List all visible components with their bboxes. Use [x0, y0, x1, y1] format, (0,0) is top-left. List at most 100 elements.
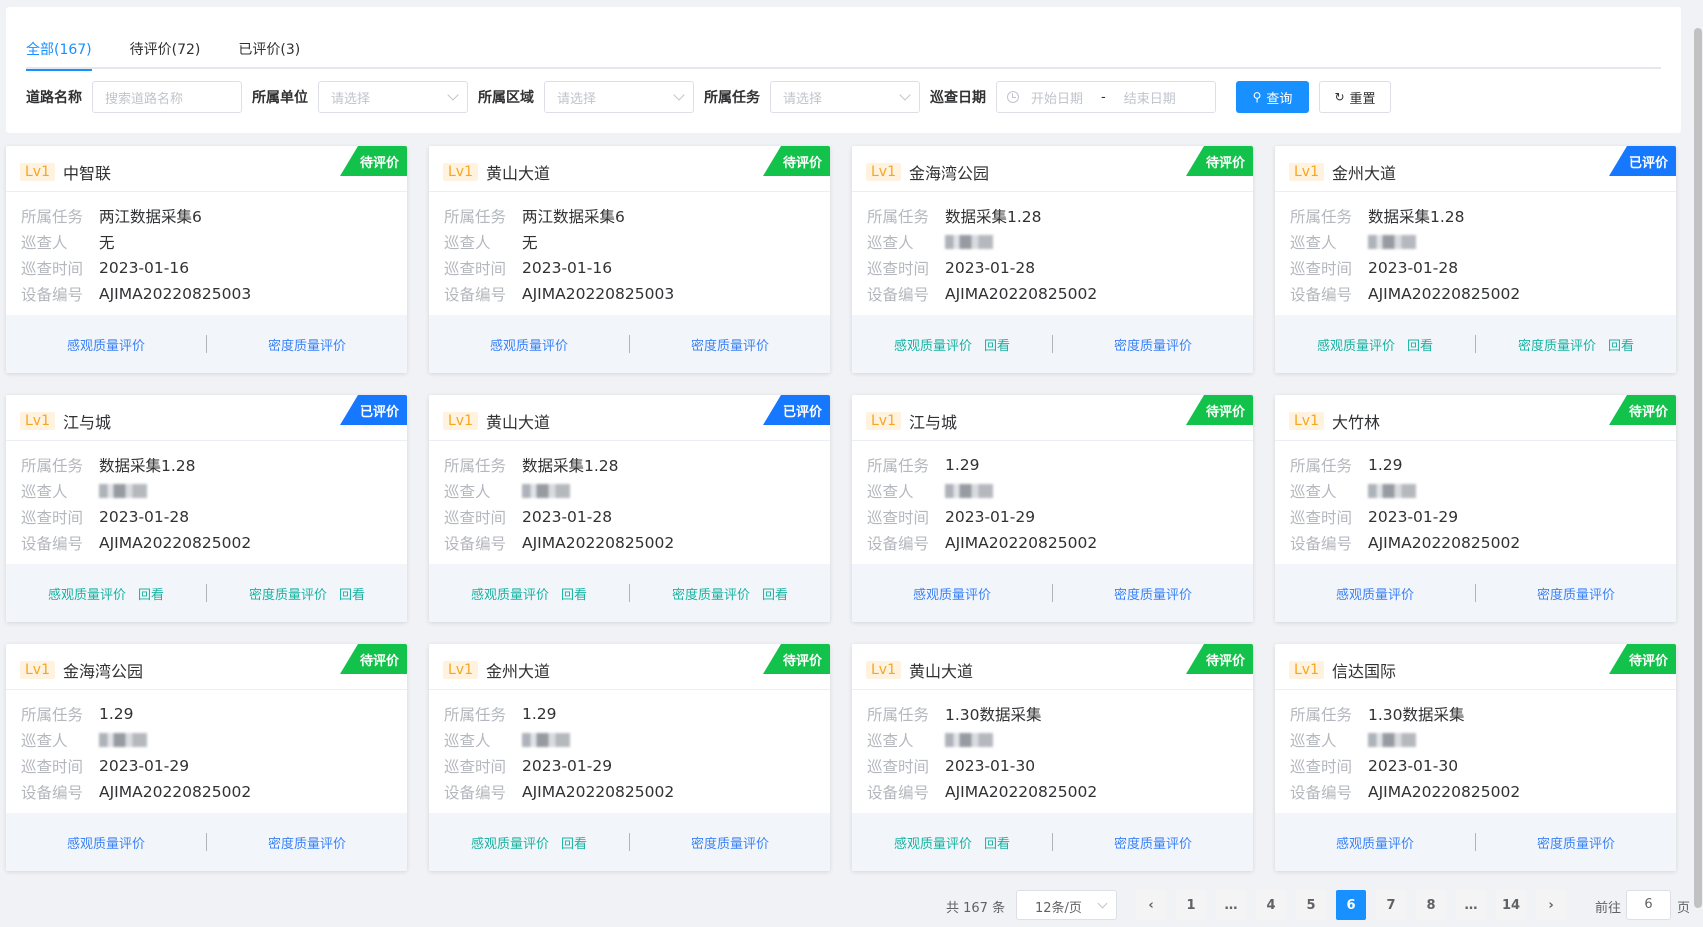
visual-eval-link[interactable]: 感观质量评价	[1336, 833, 1414, 852]
density-eval-group: 密度质量评价	[630, 833, 830, 852]
date-start-placeholder: 开始日期	[1031, 91, 1084, 107]
inspector-redacted	[522, 484, 570, 498]
tab-pending[interactable]: 待评价(72)	[130, 29, 201, 69]
density-eval-link[interactable]: 密度质量评价	[249, 584, 327, 603]
visual-eval-link[interactable]: 感观质量评价	[471, 584, 549, 603]
page-button[interactable]: 6	[1336, 890, 1366, 920]
visual-review-link[interactable]: 回看	[984, 335, 1010, 354]
reset-button[interactable]: ↻ 重置	[1319, 81, 1391, 113]
visual-eval-link[interactable]: 感观质量评价	[1336, 584, 1414, 603]
density-eval-link[interactable]: 密度质量评价	[672, 584, 750, 603]
tab-evaluated[interactable]: 已评价(3)	[238, 29, 300, 69]
road-card[interactable]: 待评价 Lv1 黄山大道 所属任务 1.30数据采集 巡查人 巡查时间 2023-01-30 设…	[852, 644, 1253, 871]
visual-review-link[interactable]: 回看	[1407, 335, 1433, 354]
visual-eval-link[interactable]: 感观质量评价	[471, 833, 549, 852]
card-divider	[6, 689, 407, 690]
density-review-link[interactable]: 回看	[339, 584, 365, 603]
status-badge: 待评价	[1186, 146, 1253, 176]
card-header: Lv1 黄山大道	[443, 409, 550, 433]
road-card[interactable]: 待评价 Lv1 金海湾公园 所属任务 1.29 巡查人 巡查时间 2023-01-29 设备编号…	[6, 644, 407, 871]
filter-bar: 道路名称 搜索道路名称 所属单位 请选择 所属区域 请选择 所属任务 请选择 巡…	[26, 79, 1391, 115]
card-header: Lv1 黄山大道	[866, 658, 973, 682]
task-select[interactable]: 请选择	[770, 81, 920, 113]
page-button[interactable]: 8	[1416, 890, 1446, 920]
time-value: 2023-01-29	[99, 757, 190, 775]
density-eval-group: 密度质量评价	[1476, 584, 1676, 603]
road-card[interactable]: 已评价 Lv1 江与城 所属任务 数据采集1.28 巡查人 巡查时间 2023-01-28 设备…	[6, 395, 407, 622]
density-eval-link[interactable]: 密度质量评价	[691, 335, 769, 354]
road-card[interactable]: 已评价 Lv1 黄山大道 所属任务 数据采集1.28 巡查人 巡查时间 2023-01-28 设…	[429, 395, 830, 622]
time-value: 2023-01-29	[522, 757, 613, 775]
density-eval-link[interactable]: 密度质量评价	[1114, 584, 1192, 603]
road-card[interactable]: 待评价 Lv1 中智联 所属任务 两江数据采集6 巡查人 无巡查时间 2023-01-16 设备…	[6, 146, 407, 373]
road-card[interactable]: 待评价 Lv1 大竹林 所属任务 1.29 巡查人 巡查时间 2023-01-29 设备编号 AJ…	[1275, 395, 1676, 622]
road-card[interactable]: 待评价 Lv1 黄山大道 所属任务 两江数据采集6 巡查人 无巡查时间 2023-01-16 设…	[429, 146, 830, 373]
page-size-select[interactable]: 12条/页	[1016, 890, 1117, 920]
card-actions: 感观质量评价 密度质量评价	[852, 564, 1253, 622]
visual-eval-link[interactable]: 感观质量评价	[894, 335, 972, 354]
road-card[interactable]: 待评价 Lv1 金州大道 所属任务 1.29 巡查人 巡查时间 2023-01-29 设备编号 A…	[429, 644, 830, 871]
device-key: 设备编号	[21, 535, 84, 553]
visual-eval-link[interactable]: 感观质量评价	[1317, 335, 1395, 354]
visual-eval-link[interactable]: 感观质量评价	[894, 833, 972, 852]
page-button[interactable]: 5	[1296, 890, 1326, 920]
visual-eval-link[interactable]: 感观质量评价	[67, 833, 145, 852]
road-card[interactable]: 待评价 Lv1 信达国际 所属任务 1.30数据采集 巡查人 巡查时间 2023-01-30 设…	[1275, 644, 1676, 871]
density-eval-link[interactable]: 密度质量评价	[268, 335, 346, 354]
visual-eval-link[interactable]: 感观质量评价	[48, 584, 126, 603]
status-badge: 已评价	[763, 395, 830, 425]
density-review-link[interactable]: 回看	[1608, 335, 1634, 354]
density-eval-link[interactable]: 密度质量评价	[1537, 833, 1615, 852]
road-name-input[interactable]: 搜索道路名称	[92, 81, 242, 113]
scrollbar-thumb[interactable]	[1694, 28, 1702, 908]
density-eval-link[interactable]: 密度质量评价	[1114, 833, 1192, 852]
density-eval-link[interactable]: 密度质量评价	[691, 833, 769, 852]
date-range-picker[interactable]: 开始日期 - 结束日期	[996, 81, 1216, 113]
device-value: AJIMA20220825002	[1368, 285, 1521, 303]
chevron-down-icon	[1097, 898, 1108, 909]
card-header: Lv1 中智联	[20, 160, 111, 184]
time-key: 巡查时间	[21, 758, 84, 776]
visual-review-link[interactable]: 回看	[984, 833, 1010, 852]
visual-review-link[interactable]: 回看	[561, 584, 587, 603]
area-select[interactable]: 请选择	[544, 81, 694, 113]
density-eval-link[interactable]: 密度质量评价	[1518, 335, 1596, 354]
visual-eval-link[interactable]: 感观质量评价	[913, 584, 991, 603]
density-eval-link[interactable]: 密度质量评价	[1537, 584, 1615, 603]
task-key: 所属任务	[867, 706, 930, 724]
page-button[interactable]: 1	[1176, 890, 1206, 920]
prev-page-button[interactable]: ‹	[1136, 890, 1166, 920]
visual-review-link[interactable]: 回看	[561, 833, 587, 852]
inspector-redacted	[1368, 235, 1416, 249]
road-name: 江与城	[63, 413, 112, 432]
device-value: AJIMA20220825002	[945, 783, 1098, 801]
card-divider	[429, 689, 830, 690]
page-button[interactable]: 4	[1256, 890, 1286, 920]
query-button[interactable]: ⚲ 查询	[1236, 81, 1309, 113]
road-card[interactable]: 待评价 Lv1 金海湾公园 所属任务 数据采集1.28 巡查人 巡查时间 2023-01-28…	[852, 146, 1253, 373]
page-size-value: 12条/页	[1035, 901, 1082, 916]
tab-all[interactable]: 全部(167)	[26, 29, 92, 71]
unit-select[interactable]: 请选择	[318, 81, 468, 113]
density-eval-link[interactable]: 密度质量评价	[268, 833, 346, 852]
visual-eval-link[interactable]: 感观质量评价	[490, 335, 568, 354]
page-ellipsis[interactable]: …	[1216, 890, 1246, 920]
density-eval-link[interactable]: 密度质量评价	[1114, 335, 1192, 354]
card-divider	[1275, 191, 1676, 192]
unit-label: 所属单位	[252, 90, 308, 106]
road-card[interactable]: 已评价 Lv1 金州大道 所属任务 数据采集1.28 巡查人 巡查时间 2023-01-28 设…	[1275, 146, 1676, 373]
page-ellipsis[interactable]: …	[1456, 890, 1486, 920]
inspector-redacted	[945, 733, 993, 747]
status-badge: 待评价	[1186, 644, 1253, 674]
visual-review-link[interactable]: 回看	[138, 584, 164, 603]
task-key: 所属任务	[444, 208, 507, 226]
density-review-link[interactable]: 回看	[762, 584, 788, 603]
road-card[interactable]: 待评价 Lv1 江与城 所属任务 1.29 巡查人 巡查时间 2023-01-29 设备编号 AJ…	[852, 395, 1253, 622]
next-page-button[interactable]: ›	[1536, 890, 1566, 920]
page-scrollbar[interactable]	[1693, 0, 1703, 927]
visual-eval-link[interactable]: 感观质量评价	[67, 335, 145, 354]
page-button[interactable]: 14	[1496, 890, 1526, 920]
page-button[interactable]: 7	[1376, 890, 1406, 920]
inspector-redacted	[99, 733, 147, 747]
goto-page-input[interactable]: 6	[1626, 890, 1671, 920]
